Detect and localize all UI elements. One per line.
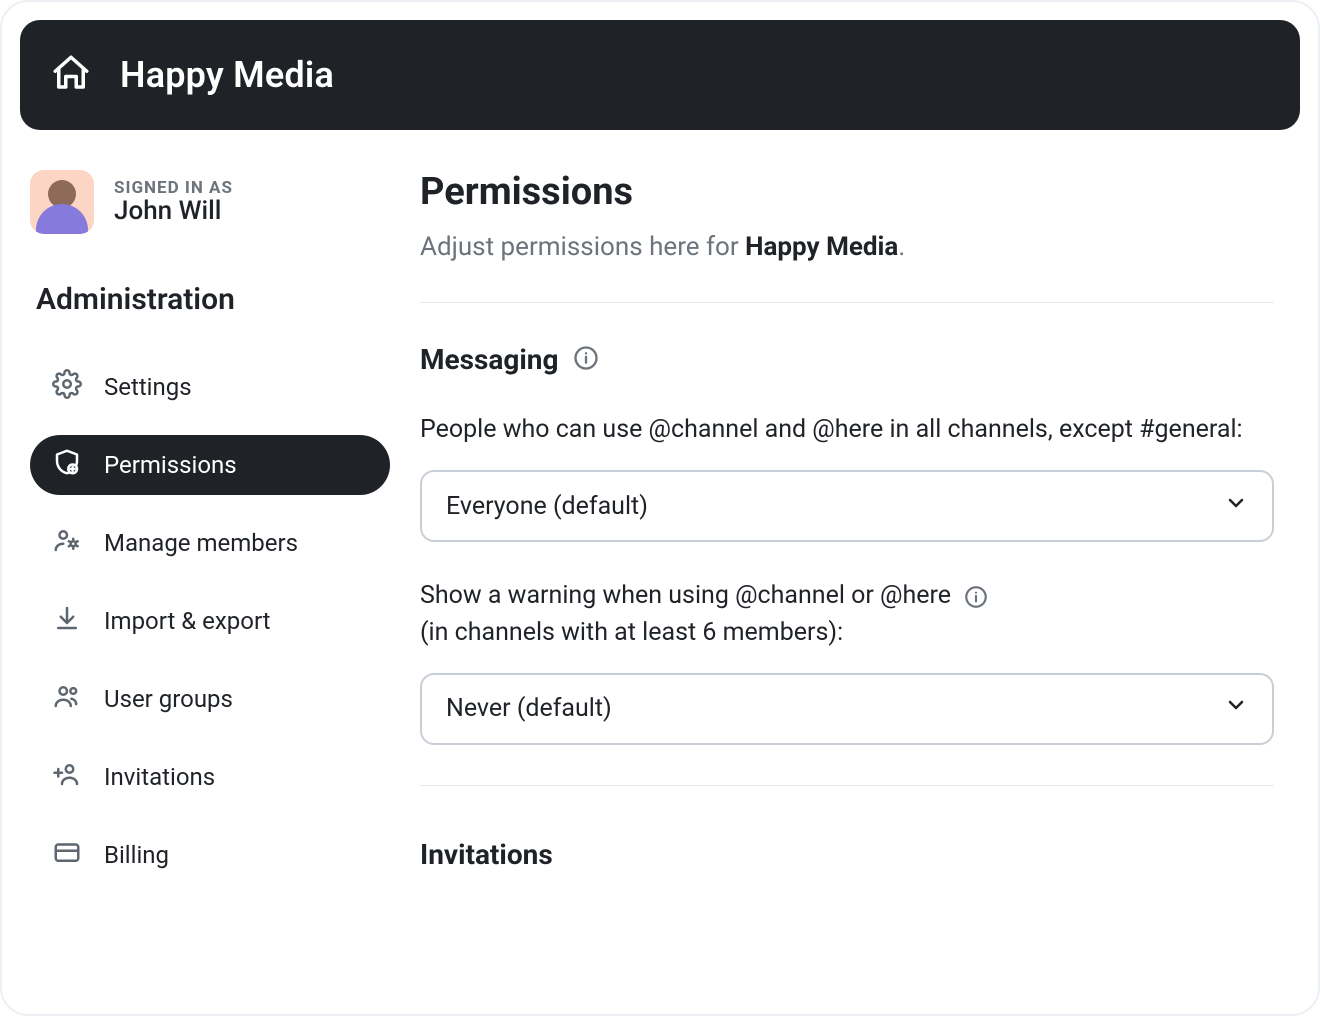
sidebar-item-invitations[interactable]: Invitations bbox=[30, 747, 390, 807]
workspace-title: Happy Media bbox=[120, 54, 334, 96]
avatar bbox=[30, 170, 94, 234]
section-invitations: Invitations bbox=[420, 838, 1274, 871]
field-warning-label: Show a warning when using @channel or @h… bbox=[420, 578, 1274, 651]
select-warning[interactable]: Never (default) bbox=[420, 673, 1274, 745]
sidebar-item-label: User groups bbox=[104, 685, 233, 713]
topbar: Happy Media bbox=[20, 20, 1300, 130]
divider bbox=[420, 302, 1274, 303]
signed-in-block[interactable]: SIGNED IN AS John Will bbox=[30, 170, 390, 234]
chevron-down-icon bbox=[1224, 693, 1248, 724]
select-value: Everyone (default) bbox=[446, 492, 648, 521]
user-gear-icon bbox=[52, 525, 82, 561]
shield-icon bbox=[52, 447, 82, 483]
sidebar-item-label: Permissions bbox=[104, 451, 237, 479]
page-subtitle: Adjust permissions here for Happy Media. bbox=[420, 232, 1274, 262]
sidebar-item-label: Billing bbox=[104, 841, 169, 869]
field-channel-mention-label: People who can use @channel and @here in… bbox=[420, 412, 1274, 448]
sidebar-item-permissions[interactable]: Permissions bbox=[30, 435, 390, 495]
section-title-messaging: Messaging bbox=[420, 343, 558, 376]
person-add-icon bbox=[52, 759, 82, 795]
sidebar-item-label: Manage members bbox=[104, 529, 298, 557]
sidebar-item-billing[interactable]: Billing bbox=[30, 825, 390, 885]
sidebar-item-settings[interactable]: Settings bbox=[30, 357, 390, 417]
sidebar-item-label: Settings bbox=[104, 373, 192, 401]
signed-in-name: John Will bbox=[114, 196, 233, 226]
chevron-down-icon bbox=[1224, 491, 1248, 522]
section-title-invitations: Invitations bbox=[420, 838, 553, 871]
sidebar-item-manage-members[interactable]: Manage members bbox=[30, 513, 390, 573]
gear-icon bbox=[52, 369, 82, 405]
sidebar-item-label: Import & export bbox=[104, 607, 271, 635]
page-title: Permissions bbox=[420, 170, 1274, 214]
sidebar-item-label: Invitations bbox=[104, 763, 215, 791]
signed-in-label: SIGNED IN AS bbox=[114, 178, 233, 198]
credit-card-icon bbox=[52, 837, 82, 873]
download-icon bbox=[52, 603, 82, 639]
sidebar-item-user-groups[interactable]: User groups bbox=[30, 669, 390, 729]
select-channel-mention[interactable]: Everyone (default) bbox=[420, 470, 1274, 542]
section-messaging: Messaging bbox=[420, 343, 1274, 376]
sidebar-section-title: Administration bbox=[30, 282, 390, 317]
info-icon[interactable] bbox=[963, 578, 989, 614]
sidebar-item-import-export[interactable]: Import & export bbox=[30, 591, 390, 651]
home-icon[interactable] bbox=[50, 52, 92, 98]
users-icon bbox=[52, 681, 82, 717]
select-value: Never (default) bbox=[446, 694, 612, 723]
divider bbox=[420, 785, 1274, 786]
info-icon[interactable] bbox=[572, 344, 600, 376]
